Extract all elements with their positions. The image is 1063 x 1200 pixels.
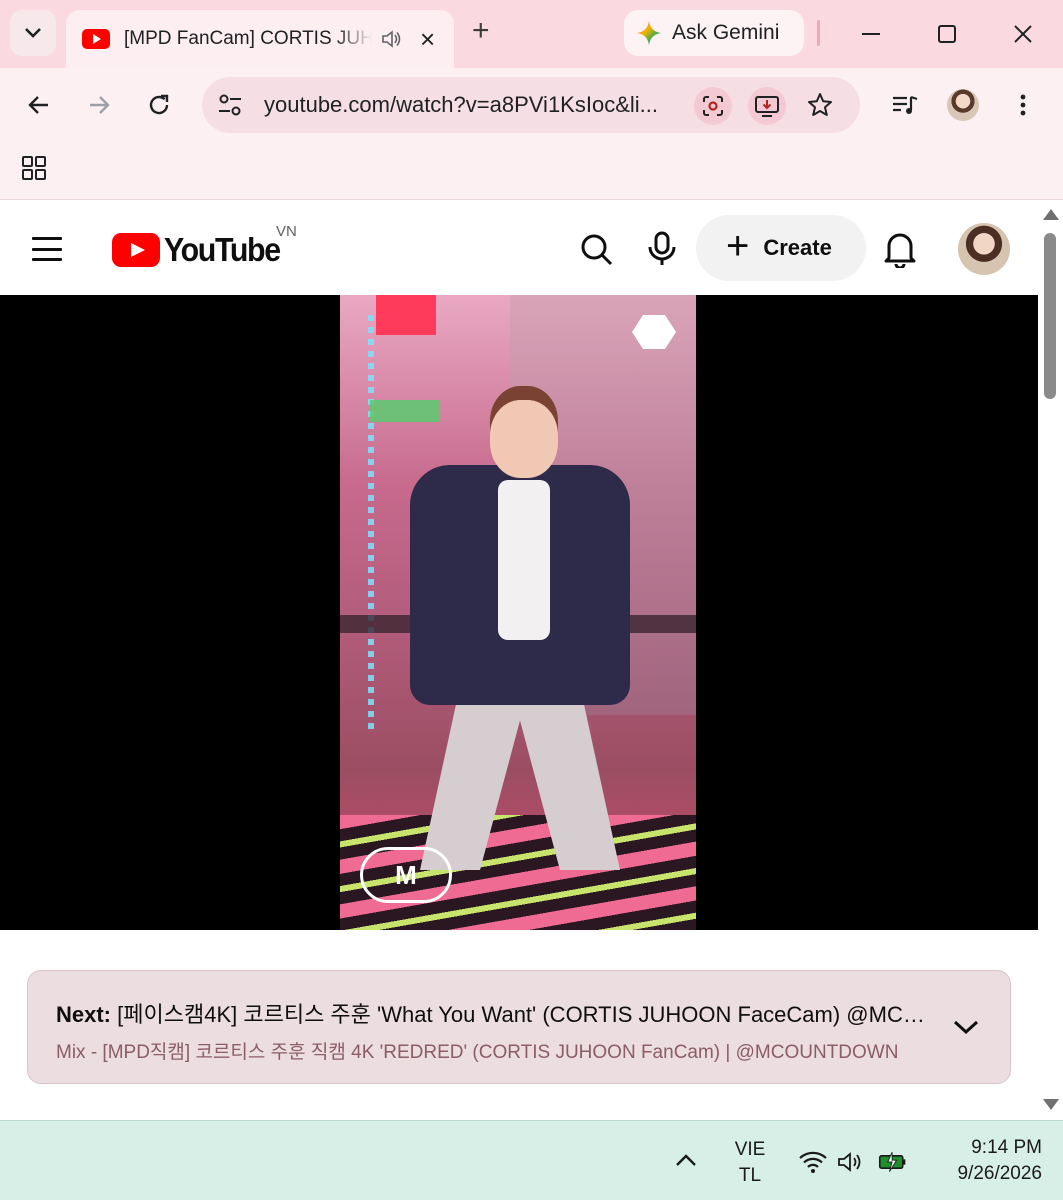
maximize-icon: [938, 25, 956, 43]
browser-titlebar: [MPD FanCam] CORTIS JUHOON × + Ask Gemin…: [0, 0, 1063, 68]
chevron-down-icon: [25, 28, 41, 38]
youtube-logo[interactable]: YouTube: [112, 231, 290, 269]
clock-time: 9:14 PM: [971, 1137, 1042, 1158]
scroll-down-arrow-icon[interactable]: [1043, 1099, 1059, 1110]
clock-date: 9/26/2026: [957, 1163, 1042, 1184]
video-green-light: [370, 400, 440, 422]
system-clock[interactable]: 9:14 PM 9/26/2026: [930, 1135, 1042, 1187]
voice-search-button[interactable]: [644, 231, 680, 267]
bookmarks-bar: [0, 142, 1063, 200]
back-arrow-icon: [28, 96, 48, 114]
search-button[interactable]: [578, 231, 614, 267]
video-stage-light: [376, 295, 436, 335]
minimize-icon: [862, 33, 880, 35]
bell-icon: [884, 233, 916, 268]
volume-icon: [838, 1152, 861, 1172]
video-player[interactable]: M: [0, 295, 1038, 930]
youtube-wordmark: YouTube: [164, 231, 281, 268]
url-text[interactable]: youtube.com/watch?v=a8PVi1KsIoc&li...: [264, 92, 658, 118]
up-next-playlist: Mix - [MPD직캠] 코르티스 주훈 직캠 4K 'REDRED' (CO…: [56, 1042, 899, 1063]
more-vertical-icon: [1020, 94, 1026, 116]
notifications-button[interactable]: [882, 231, 918, 268]
page-scrollbar[interactable]: [1040, 201, 1063, 1120]
tab-search-button[interactable]: [10, 10, 56, 56]
install-app-button[interactable]: [748, 87, 786, 125]
close-icon: [1014, 25, 1032, 43]
minimize-button[interactable]: [848, 14, 894, 54]
scroll-up-arrow-icon[interactable]: [1043, 209, 1059, 220]
create-label: Create: [763, 235, 832, 260]
lens-icon: [703, 96, 723, 116]
back-button[interactable]: [22, 88, 56, 122]
avatar: [947, 89, 979, 121]
up-next-prefix: Next:: [56, 1002, 112, 1027]
profile-button[interactable]: [946, 88, 980, 122]
microphone-icon: [648, 231, 676, 265]
language-code: VIE: [734, 1139, 766, 1160]
up-next-video-title: [페이스캠4K] 코르티스 주훈 'What You Want' (CORTIS…: [117, 1002, 926, 1027]
reload-icon: [149, 94, 169, 115]
plus-icon: +: [726, 224, 750, 268]
windows-taskbar: VIE TL 9:14 PM 9/26/2026: [0, 1120, 1063, 1200]
battery-status[interactable]: [878, 1147, 908, 1177]
active-tab[interactable]: [MPD FanCam] CORTIS JUHOON ×: [66, 10, 454, 68]
video-dancer-head: [490, 400, 558, 478]
guide-menu-icon[interactable]: [32, 237, 62, 261]
site-settings-icon[interactable]: [216, 91, 244, 119]
close-window-button[interactable]: [1000, 14, 1046, 54]
ask-gemini-label: Ask Gemini: [672, 21, 780, 44]
scroll-thumb[interactable]: [1044, 233, 1056, 399]
browser-menu-button[interactable]: [1006, 88, 1040, 122]
chevron-down-icon: [953, 1020, 979, 1035]
media-controls-button[interactable]: [888, 88, 922, 122]
show-hidden-icons-chevron-icon[interactable]: [672, 1147, 700, 1175]
video-dancer-shirt: [498, 480, 550, 640]
tab-title: [MPD FanCam] CORTIS JUHOON: [124, 28, 372, 49]
mpd-fancam-watermark: M: [360, 847, 452, 903]
bookmark-star-icon[interactable]: [806, 91, 834, 119]
wifi-icon: [799, 1151, 827, 1173]
network-status[interactable]: [798, 1147, 828, 1177]
new-tab-button[interactable]: +: [472, 16, 490, 46]
volume-status[interactable]: [836, 1147, 866, 1177]
maximize-button[interactable]: [924, 14, 970, 54]
input-language-indicator[interactable]: VIE TL: [720, 1137, 780, 1189]
reload-button[interactable]: [142, 88, 176, 122]
gemini-sparkle-icon: [637, 21, 661, 45]
install-icon: [755, 96, 779, 117]
account-avatar[interactable]: [958, 223, 1010, 275]
youtube-favicon-icon: [82, 29, 110, 49]
up-next-card[interactable]: Next: [페이스캠4K] 코르티스 주훈 'What You Want' (…: [27, 970, 1011, 1084]
expand-playlist-button[interactable]: [950, 1011, 982, 1043]
titlebar-separator: [817, 20, 820, 46]
google-lens-button[interactable]: [694, 87, 732, 125]
ask-gemini-button[interactable]: Ask Gemini: [624, 10, 804, 56]
create-button[interactable]: + Create: [696, 215, 866, 281]
apps-grid-icon[interactable]: [21, 155, 47, 181]
playlist-music-icon: [893, 95, 918, 114]
keyboard-layout: TL: [738, 1165, 762, 1186]
forward-button[interactable]: [82, 88, 116, 122]
video-frame[interactable]: M: [340, 295, 696, 930]
region-code: VN: [276, 223, 297, 240]
speaker-icon[interactable]: [380, 28, 402, 50]
search-icon: [581, 234, 613, 266]
browser-toolbar: youtube.com/watch?v=a8PVi1KsIoc&li...: [0, 68, 1063, 142]
forward-arrow-icon: [90, 96, 110, 114]
address-bar[interactable]: youtube.com/watch?v=a8PVi1KsIoc&li...: [202, 77, 860, 133]
youtube-header: YouTube VN + Create: [0, 201, 1040, 295]
battery-charging-icon: [878, 1152, 906, 1172]
close-tab-icon[interactable]: ×: [420, 26, 435, 52]
up-next-title[interactable]: Next: [페이스캠4K] 코르티스 주훈 'What You Want' (…: [56, 997, 926, 1029]
video-neon-strip: [368, 315, 374, 735]
youtube-play-logo-icon: [112, 233, 160, 267]
